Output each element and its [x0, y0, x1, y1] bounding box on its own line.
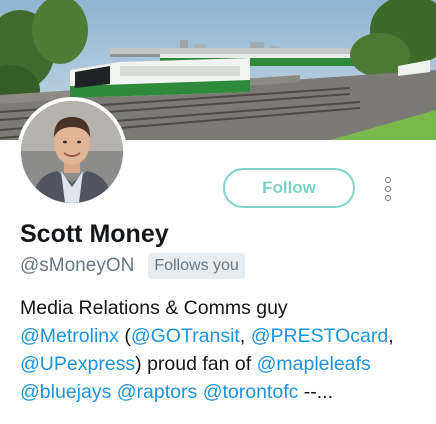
- mention-mapleleafs[interactable]: @mapleleafs: [257, 353, 371, 375]
- mention-gotransit[interactable]: @GOTransit: [131, 325, 240, 347]
- mention-metrolinx[interactable]: @Metrolinx: [20, 325, 119, 347]
- dot: [385, 177, 391, 183]
- handle-row: @sMoneyON Follows you: [20, 253, 245, 279]
- mention-bluejays[interactable]: @bluejays: [20, 381, 111, 403]
- avatar[interactable]: [21, 101, 123, 203]
- profile-name: Scott Money: [20, 220, 169, 248]
- profile-bio: Media Relations & Comms guy @Metrolinx (…: [20, 294, 420, 406]
- follow-button[interactable]: Follow: [223, 168, 355, 208]
- mention-torontofc[interactable]: @torontofc: [203, 381, 299, 403]
- mention-prestocard[interactable]: @PRESTOcard: [251, 325, 389, 347]
- mention-raptors[interactable]: @raptors: [117, 381, 198, 403]
- dot: [385, 186, 391, 192]
- profile-handle: @sMoneyON: [20, 255, 135, 276]
- mention-upexpress[interactable]: @UPexpress: [20, 353, 135, 375]
- more-options-icon[interactable]: [378, 176, 398, 202]
- bio-text: --...: [298, 381, 334, 403]
- bio-text: ) proud fan of: [135, 353, 257, 375]
- dot: [385, 195, 391, 201]
- bio-line-3: @UPexpress) proud fan of @mapleleafs: [20, 350, 420, 378]
- bio-line-1: Media Relations & Comms guy: [20, 297, 288, 319]
- bio-line-4: @bluejays @raptors @torontofc --...: [20, 378, 420, 406]
- avatar-frame[interactable]: [17, 97, 127, 207]
- bio-text: (: [118, 325, 131, 347]
- bio-text: ,: [388, 325, 394, 347]
- follows-you-badge: Follows you: [148, 253, 245, 279]
- bio-text: ,: [239, 325, 251, 347]
- bio-line-2: @Metrolinx (@GOTransit, @PRESTOcard,: [20, 322, 420, 350]
